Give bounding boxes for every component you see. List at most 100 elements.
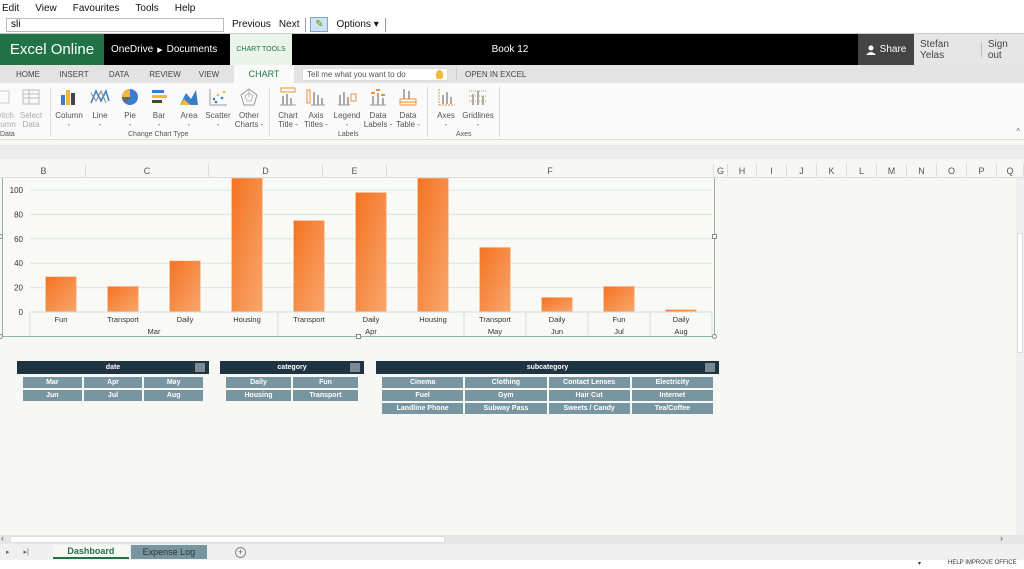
switch-row-column-button[interactable]: Switch Column (0, 87, 18, 129)
menu-view[interactable]: View (35, 3, 57, 14)
data-table-button[interactable]: Data Table - (393, 87, 423, 129)
menu-tools[interactable]: Tools (135, 3, 158, 14)
select-data-button[interactable]: Select Data (17, 87, 45, 129)
tab-insert[interactable]: INSERT (56, 65, 92, 83)
slicer-item-fun[interactable]: Fun (293, 377, 358, 388)
horizontal-scroll-thumb[interactable] (10, 536, 445, 543)
share-button[interactable]: Share (858, 34, 914, 65)
formula-bar[interactable] (0, 145, 1024, 159)
find-next-button[interactable]: Next (279, 19, 300, 30)
slicer-item-hair-cut[interactable]: Hair Cut (548, 390, 630, 401)
tab-chart[interactable]: CHART (234, 65, 294, 83)
pie-chart-button[interactable]: Pie - (116, 87, 144, 129)
resize-handle[interactable] (712, 334, 717, 339)
prev-sheet-icon[interactable]: ▸ (6, 548, 10, 556)
scatter-chart-button[interactable]: Scatter - (203, 87, 233, 129)
gridlines-button[interactable]: Gridlines - (460, 87, 496, 129)
other-charts-button[interactable]: Other Charts - (234, 87, 264, 129)
column-header-i[interactable]: I (757, 164, 787, 178)
column-header-p[interactable]: P (967, 164, 997, 178)
slicer-item-apr[interactable]: Apr (83, 377, 143, 388)
slicer-item-electricity[interactable]: Electricity (631, 377, 713, 388)
column-header-c[interactable]: C (86, 164, 209, 178)
slicer-item-subway-pass[interactable]: Subway Pass (465, 403, 547, 414)
sheet-tab-dashboard[interactable]: Dashboard (52, 545, 129, 559)
vertical-scrollbar[interactable] (1016, 178, 1024, 535)
slicer-item-tea-coffee[interactable]: Tea/Coffee (631, 403, 713, 414)
tab-home[interactable]: HOME (0, 65, 56, 83)
menu-edit[interactable]: Edit (2, 3, 19, 14)
sign-out-link[interactable]: Sign out (988, 39, 1024, 61)
slicer-item-clothing[interactable]: Clothing (465, 377, 547, 388)
column-header-j[interactable]: J (787, 164, 817, 178)
slicer-item-mar[interactable]: Mar (23, 377, 82, 388)
find-previous-button[interactable]: Previous (232, 19, 271, 30)
slicer-item-sweets-candy[interactable]: Sweets / Candy (548, 403, 630, 414)
slicer-item-fuel[interactable]: Fuel (382, 390, 464, 401)
breadcrumb-onedrive[interactable]: OneDrive (111, 44, 153, 55)
slicer-item-jun[interactable]: Jun (23, 390, 82, 401)
slicer-item-aug[interactable]: Aug (144, 390, 203, 401)
column-header-q[interactable]: Q (997, 164, 1024, 178)
slicer-item-daily[interactable]: Daily (226, 377, 291, 388)
resize-handle[interactable] (712, 234, 717, 239)
column-header-h[interactable]: H (728, 164, 757, 178)
slicer-item-may[interactable]: May (144, 377, 203, 388)
highlight-pen-icon[interactable]: ✎ (310, 17, 329, 32)
column-header-e[interactable]: E (323, 164, 387, 178)
clear-filter-icon[interactable] (350, 363, 360, 372)
area-chart-button[interactable]: Area - (175, 87, 203, 129)
scroll-right-icon[interactable]: › (1000, 533, 1003, 543)
data-labels-button[interactable]: Data Labels - (363, 87, 393, 129)
expense-chart[interactable]: 0 20 40 60 80 100 Fun Transport Daily Housing Tran… (2, 177, 715, 337)
collapse-ribbon-icon[interactable]: ^ (1016, 127, 1020, 136)
horizontal-scrollbar[interactable]: ‹ › (0, 533, 1024, 544)
column-header-g[interactable]: G (714, 164, 728, 178)
column-chart-button[interactable]: Column - (54, 87, 84, 129)
app-brand[interactable]: Excel Online (0, 34, 104, 65)
sheet-tab-expense-log[interactable]: Expense Log (130, 545, 207, 559)
open-in-excel-button[interactable]: OPEN IN EXCEL (465, 70, 526, 79)
clear-filter-icon[interactable] (195, 363, 205, 372)
tab-view[interactable]: VIEW (184, 65, 234, 83)
chart-title-button[interactable]: Chart Title - (274, 87, 302, 129)
document-title[interactable]: Book 12 (470, 34, 550, 65)
last-sheet-icon[interactable]: ▸| (24, 548, 29, 556)
line-chart-button[interactable]: Line - (86, 87, 114, 129)
slicer-item-gym[interactable]: Gym (465, 390, 547, 401)
slicer-item-internet[interactable]: Internet (631, 390, 713, 401)
scroll-left-icon[interactable]: ‹ (1, 533, 4, 543)
breadcrumb-documents[interactable]: Documents (167, 44, 218, 55)
tab-data[interactable]: DATA (92, 65, 146, 83)
menu-help[interactable]: Help (175, 3, 196, 14)
legend-button[interactable]: Legend - (331, 87, 363, 129)
column-header-b[interactable]: B (2, 164, 86, 178)
column-header-m[interactable]: M (877, 164, 907, 178)
slicer-item-cinema[interactable]: Cinema (382, 377, 464, 388)
tell-me-input[interactable]: Tell me what you want to do (302, 67, 448, 81)
clear-filter-icon[interactable] (705, 363, 715, 372)
slicer-item-transport[interactable]: Transport (293, 390, 358, 401)
column-header-o[interactable]: O (937, 164, 967, 178)
find-input[interactable] (6, 17, 224, 32)
add-sheet-icon[interactable]: + (234, 546, 246, 558)
axes-button[interactable]: Axes - (432, 87, 460, 129)
slicer-item-landline-phone[interactable]: Landline Phone (382, 403, 464, 414)
column-header-f[interactable]: F (387, 164, 714, 178)
column-header-d[interactable]: D (209, 164, 323, 178)
user-name[interactable]: Stefan Yelas (920, 39, 975, 61)
slicer-item-housing[interactable]: Housing (226, 390, 291, 401)
column-header-k[interactable]: K (817, 164, 847, 178)
resize-handle[interactable] (356, 334, 361, 339)
slicer-item-contact-lenses[interactable]: Contact Lenses (548, 377, 630, 388)
options-button[interactable]: Options ▾ (336, 19, 378, 30)
column-header-n[interactable]: N (907, 164, 937, 178)
menu-favourites[interactable]: Favourites (73, 3, 120, 14)
axis-titles-button[interactable]: Axis Titles - (302, 87, 330, 129)
column-header-l[interactable]: L (847, 164, 877, 178)
resize-handle[interactable] (0, 334, 3, 339)
bar-chart-button[interactable]: Bar - (145, 87, 173, 129)
help-improve-office-link[interactable]: HELP IMPROVE OFFICE (948, 560, 1017, 566)
slicer-item-jul[interactable]: Jul (83, 390, 143, 401)
tab-review[interactable]: REVIEW (146, 65, 184, 83)
